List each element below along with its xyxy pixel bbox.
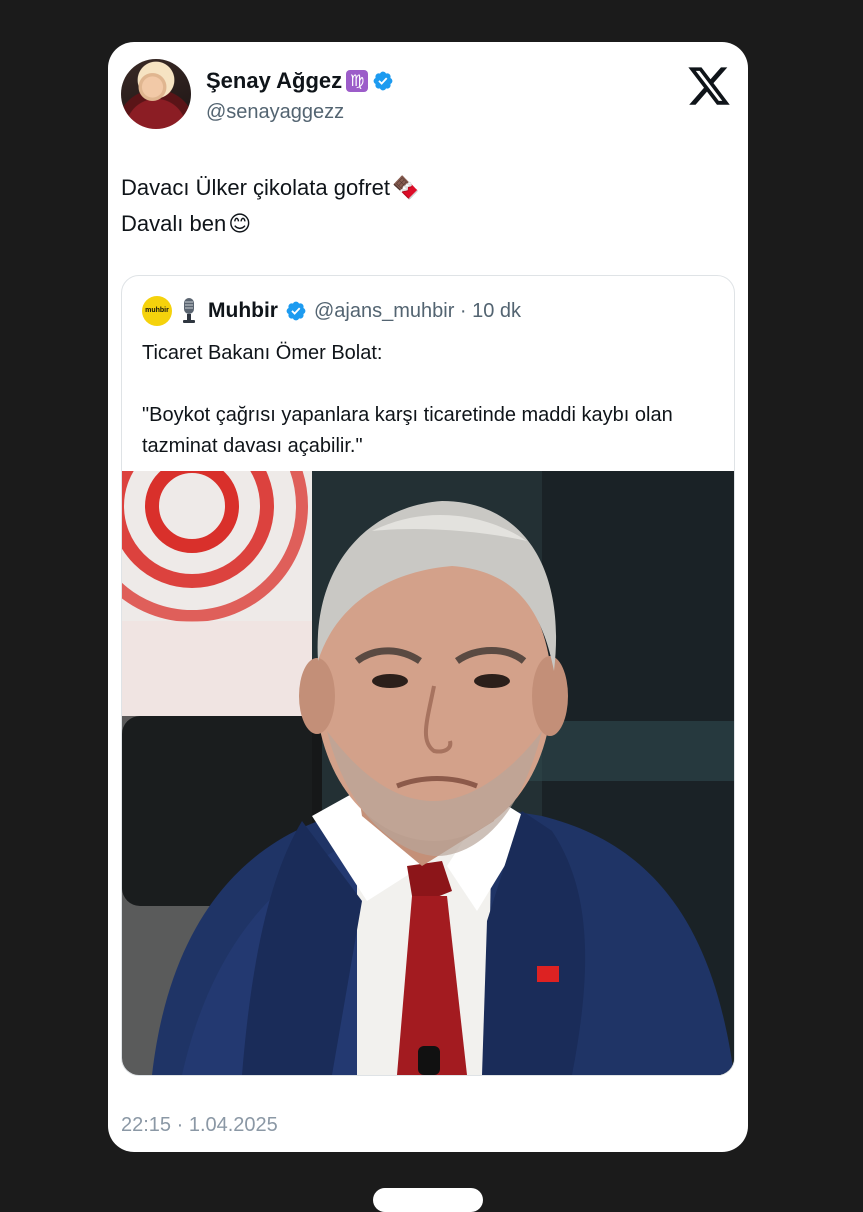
avatar[interactable]	[121, 59, 191, 129]
zodiac-virgo-icon: ♍	[346, 70, 369, 92]
tweet-line-2: Davalı ben	[121, 211, 227, 236]
muhbir-logo[interactable]: muhbir	[142, 296, 172, 326]
tweet-text: Davacı Ülker çikolata gofret 🍫 Davalı be…	[121, 170, 732, 242]
chocolate-bar-emoji-icon: 🍫	[392, 175, 420, 200]
verified-badge-icon	[286, 301, 306, 321]
tweet-card: Şenay Ağgez ♍ @senayaggezz Davacı Ülker …	[108, 42, 748, 1152]
verified-badge-icon	[373, 71, 393, 91]
x-logo-icon[interactable]	[686, 63, 732, 109]
microphone-icon	[183, 298, 195, 323]
tweet-header: Şenay Ağgez ♍ @senayaggezz	[121, 59, 732, 131]
display-name[interactable]: Şenay Ağgez	[206, 68, 342, 94]
quoted-paragraph: "Boykot çağrısı yapanlara karşı ticareti…	[142, 404, 673, 457]
quoted-header: muhbir Muhbir @ajans_muhbir · 10 dk	[142, 296, 521, 326]
name-row: Şenay Ağgez ♍	[206, 68, 394, 94]
tweet-text-line: Davalı ben 😊	[121, 206, 732, 242]
quoted-text: Ticaret Bakanı Ömer Bolat: "Boykot çağrı…	[142, 338, 714, 462]
quoted-paragraph: Ticaret Bakanı Ömer Bolat:	[142, 342, 383, 364]
bottom-pill	[373, 1188, 483, 1212]
quoted-photo[interactable]	[122, 471, 734, 1075]
tweet-timestamp[interactable]: 22:15 · 1.04.2025	[121, 1114, 278, 1137]
tweet-line-1: Davacı Ülker çikolata gofret	[121, 175, 390, 200]
quoted-display-name[interactable]: Muhbir	[208, 299, 278, 323]
tweet-text-line: Davacı Ülker çikolata gofret 🍫	[121, 170, 732, 206]
smiling-face-emoji-icon: 😊	[228, 211, 252, 236]
quoted-tweet[interactable]: muhbir Muhbir @ajans_muhbir · 10 dk Tica…	[121, 275, 735, 1076]
quoted-handle-time[interactable]: @ajans_muhbir · 10 dk	[314, 300, 521, 323]
user-handle[interactable]: @senayaggezz	[206, 101, 344, 124]
minister-photo-illustration	[122, 471, 734, 1075]
